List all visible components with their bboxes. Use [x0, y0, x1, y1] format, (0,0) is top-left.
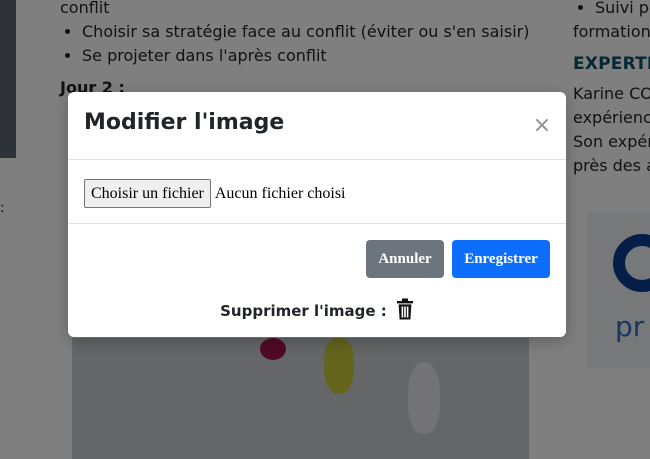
modal-header: Modifier l'image ×	[68, 92, 566, 160]
file-status-text: Aucun fichier choisi	[214, 184, 346, 202]
trash-icon[interactable]	[396, 298, 414, 324]
choose-file-button[interactable]: Choisir un fichier	[84, 179, 211, 208]
cancel-button[interactable]: Annuler	[366, 240, 444, 278]
close-icon[interactable]: ×	[530, 114, 554, 138]
modal-footer: Annuler Enregistrer Supprimer l'image :	[68, 224, 566, 337]
edit-image-modal: Modifier l'image × Choisir un fichier Au…	[68, 92, 566, 337]
delete-image-label: Supprimer l'image :	[220, 302, 387, 320]
modal-body: Choisir un fichier Aucun fichier choisi	[68, 160, 566, 224]
save-button[interactable]: Enregistrer	[452, 240, 550, 278]
modal-title: Modifier l'image	[84, 110, 285, 135]
delete-image-row: Supprimer l'image :	[68, 298, 566, 324]
file-input: Choisir un fichier Aucun fichier choisi	[84, 179, 346, 208]
